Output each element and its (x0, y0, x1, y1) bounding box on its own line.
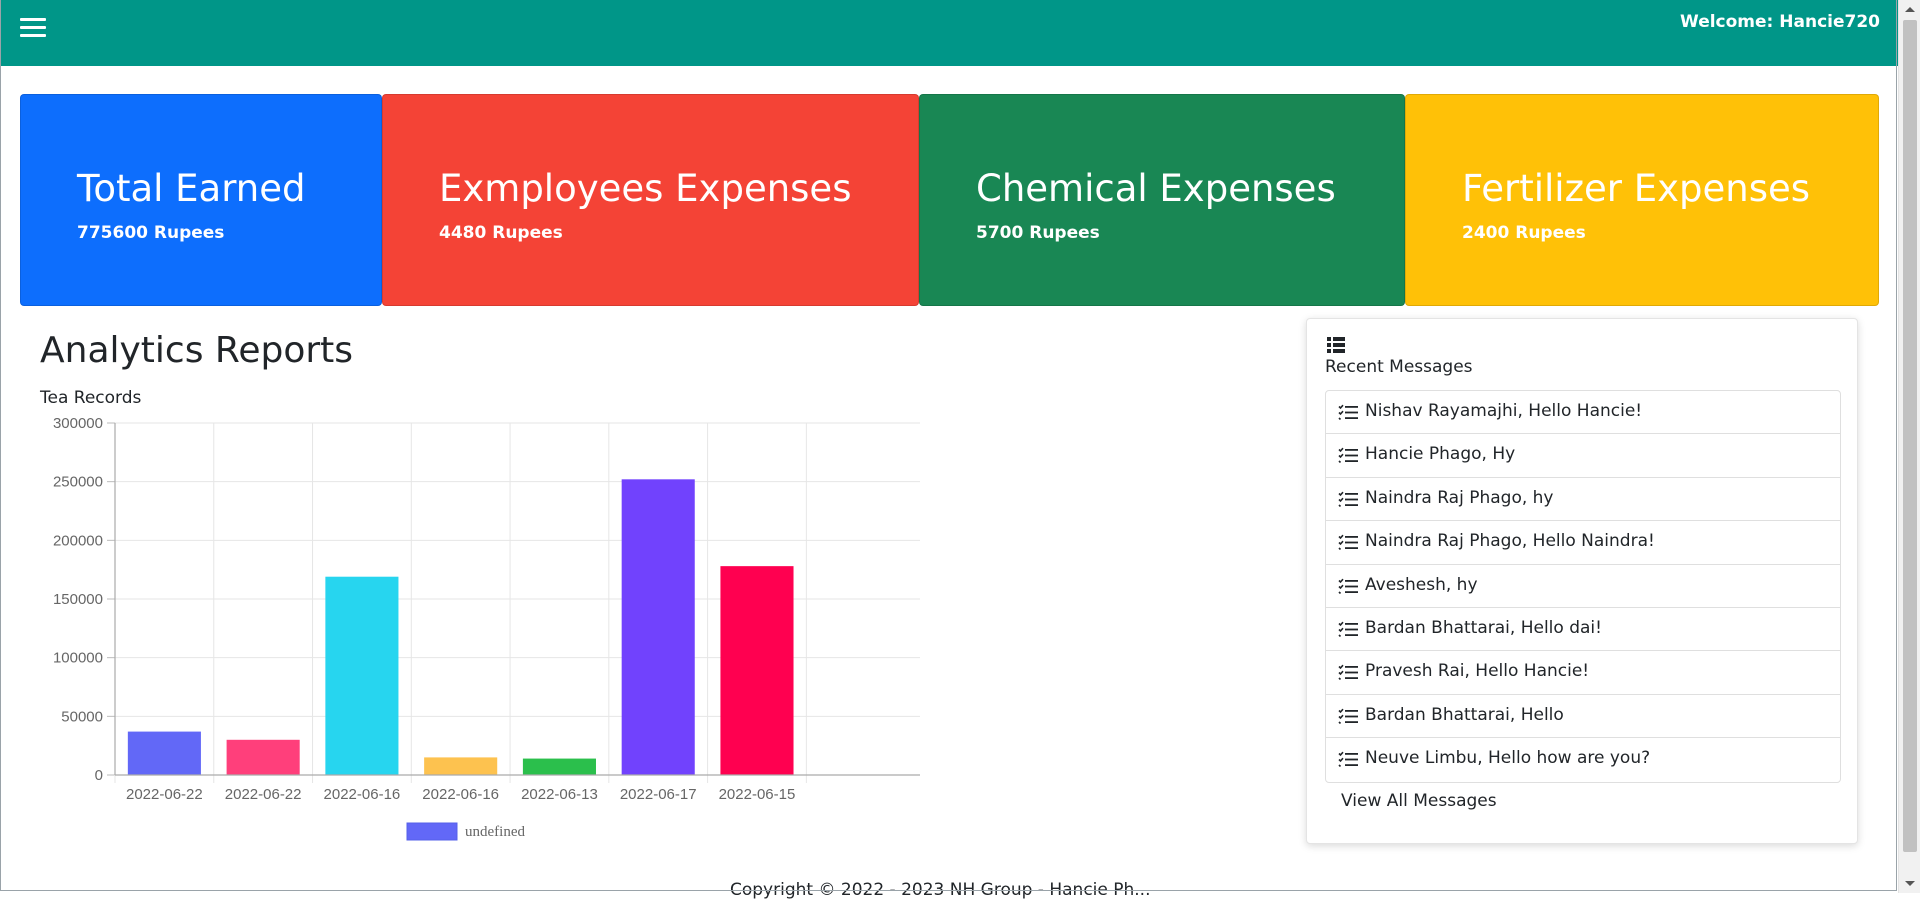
tea-records-chart: 0 50000 100000 150000 200000 250000 300000 2022… (53, 415, 920, 841)
legend-label: undefined (465, 824, 525, 840)
message-text: Pravesh Rai, Hello Hancie! (1365, 661, 1590, 682)
scroll-up-arrow-icon[interactable] (1899, 0, 1920, 18)
message-item[interactable]: Neuve Limbu, Hello how are you? (1326, 738, 1840, 781)
message-text: Aveshesh, hy (1365, 574, 1478, 595)
view-all-messages-link[interactable]: View All Messages (1341, 791, 1497, 811)
y-tick-label: 200000 (53, 532, 103, 549)
message-item[interactable]: Naindra Raj Phago, Hello Naindra! (1326, 521, 1840, 565)
analytics-title: Analytics Reports (40, 330, 354, 371)
message-text: Neuve Limbu, Hello how are you? (1365, 748, 1651, 769)
y-tick-label: 0 (95, 767, 103, 784)
y-tick-label: 100000 (53, 650, 103, 667)
bar (522, 758, 596, 775)
chemical-expenses-card: Chemical Expenses 5700 Rupees (919, 94, 1405, 306)
bar (424, 757, 498, 775)
fertilizer-expenses-card: Fertilizer Expenses 2400 Rupees (1405, 94, 1879, 306)
list-check-icon (1338, 448, 1358, 464)
list-check-icon (1338, 665, 1358, 681)
bar (720, 566, 794, 775)
message-item[interactable]: Hancie Phago, Hy (1326, 434, 1840, 478)
message-item[interactable]: Bardan Bhattarai, Hello dai! (1326, 608, 1840, 652)
bar (226, 739, 300, 775)
message-text: Hancie Phago, Hy (1365, 444, 1516, 465)
list-check-icon (1338, 751, 1358, 768)
message-item[interactable]: Nishav Rayamajhi, Hello Hancie! (1326, 391, 1840, 435)
x-tick-label: 2022-06-15 (719, 786, 796, 803)
message-text: Naindra Raj Phago, Hello Naindra! (1365, 531, 1655, 552)
scroll-thumb[interactable] (1903, 20, 1917, 852)
y-tick-label: 150000 (53, 591, 103, 608)
x-tick-label: 2022-06-16 (422, 786, 499, 803)
message-item[interactable]: Pravesh Rai, Hello Hancie! (1326, 651, 1840, 695)
list-check-icon (1338, 708, 1358, 724)
scroll-down-arrow-icon[interactable] (1899, 875, 1920, 893)
employees-expenses-card: Exmployees Expenses 4480 Rupees (382, 94, 919, 306)
message-text: Bardan Bhattarai, Hello (1365, 704, 1564, 725)
card-title: Total Earned (77, 167, 306, 210)
y-tick-label: 250000 (53, 474, 103, 491)
recent-messages-panel: Recent Messages Nishav Rayamajhi, Hello … (1306, 318, 1858, 844)
y-tick-label: 300000 (53, 415, 103, 432)
message-item[interactable]: Aveshesh, hy (1326, 565, 1840, 608)
card-value: 5700 Rupees (976, 223, 1100, 243)
welcome-text: Welcome: Hancie720 (1680, 12, 1880, 32)
message-item[interactable]: Bardan Bhattarai, Hello (1326, 695, 1840, 739)
card-title: Fertilizer Expenses (1462, 167, 1811, 210)
list-check-icon (1338, 491, 1358, 507)
message-item[interactable]: Naindra Raj Phago, hy (1326, 478, 1840, 522)
message-text: Bardan Bhattarai, Hello dai! (1365, 617, 1602, 638)
bar (621, 479, 695, 775)
list-icon (1327, 337, 1345, 353)
footer-copyright: Copyright © 2022 - 2023 NH Group - Hanci… (730, 880, 1151, 900)
list-check-icon (1338, 534, 1358, 551)
message-text: Naindra Raj Phago, hy (1365, 487, 1554, 508)
x-tick-label: 2022-06-22 (225, 786, 302, 803)
vertical-scrollbar[interactable] (1898, 0, 1920, 893)
card-title: Chemical Expenses (976, 167, 1336, 210)
card-title: Exmployees Expenses (439, 167, 852, 210)
y-tick-label: 50000 (61, 708, 103, 725)
messages-list: Nishav Rayamajhi, Hello Hancie! Hancie Ph… (1325, 390, 1841, 783)
message-text: Nishav Rayamajhi, Hello Hancie! (1365, 401, 1643, 421)
card-value: 4480 Rupees (439, 223, 563, 243)
total-earned-card: Total Earned 775600 Rupees (20, 94, 382, 306)
legend-swatch (406, 822, 458, 841)
card-value: 775600 Rupees (77, 223, 225, 243)
x-tick-label: 2022-06-22 (126, 786, 203, 803)
bar (325, 576, 399, 775)
card-value: 2400 Rupees (1462, 223, 1586, 243)
x-tick-label: 2022-06-13 (521, 786, 598, 803)
list-check-icon (1338, 578, 1358, 594)
menu-icon[interactable] (20, 16, 46, 40)
top-navbar: Welcome: Hancie720 (0, 0, 1898, 66)
recent-messages-heading: Recent Messages (1325, 357, 1473, 377)
list-check-icon (1338, 404, 1358, 420)
list-check-icon (1338, 621, 1358, 637)
x-tick-label: 2022-06-17 (620, 786, 697, 803)
x-tick-label: 2022-06-16 (324, 786, 401, 803)
bar (127, 731, 201, 775)
